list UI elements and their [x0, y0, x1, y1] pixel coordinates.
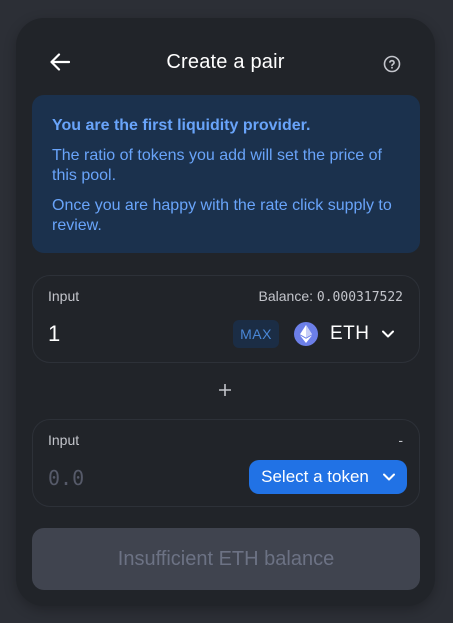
page-title: Create a pair: [166, 51, 285, 73]
chevron-down-icon: [381, 330, 394, 338]
input-label: Input: [48, 288, 80, 304]
plus-icon: [215, 380, 235, 400]
balance-value: 0.000317522: [316, 290, 403, 305]
currency-input-panel-a: Input Balance: 0.000317522 MAX ETH: [32, 275, 420, 363]
first-provider-notice: You are the first liquidity provider. Th…: [32, 95, 420, 253]
question-circle-icon: [383, 55, 401, 73]
input-label: Input: [48, 432, 80, 448]
currency-input-panel-b: Input - Select a token: [32, 419, 420, 507]
chevron-down-icon: [382, 473, 395, 481]
notice-title: You are the first liquidity provider.: [52, 117, 311, 134]
ethereum-icon: [294, 322, 318, 346]
max-button[interactable]: MAX: [233, 320, 279, 348]
create-pair-card: Create a pair You are the first liquidit…: [16, 18, 435, 606]
insufficient-balance-button[interactable]: Insufficient ETH balance: [32, 528, 420, 590]
balance-display: -: [398, 432, 403, 448]
token-symbol: ETH: [330, 323, 370, 344]
help-button[interactable]: [382, 54, 402, 74]
select-token-label: Select a token: [261, 467, 369, 486]
notice-text-ratio: The ratio of tokens you add will set the…: [52, 147, 382, 184]
amount-input-a[interactable]: [48, 319, 208, 349]
balance-display: Balance: 0.000317522: [259, 288, 403, 305]
amount-input-b[interactable]: [48, 463, 208, 493]
balance-label: Balance:: [258, 288, 314, 304]
notice-text-review: Once you are happy with the rate click s…: [52, 197, 392, 234]
token-select-eth[interactable]: ETH: [294, 318, 404, 350]
select-token-button[interactable]: Select a token: [249, 460, 407, 494]
